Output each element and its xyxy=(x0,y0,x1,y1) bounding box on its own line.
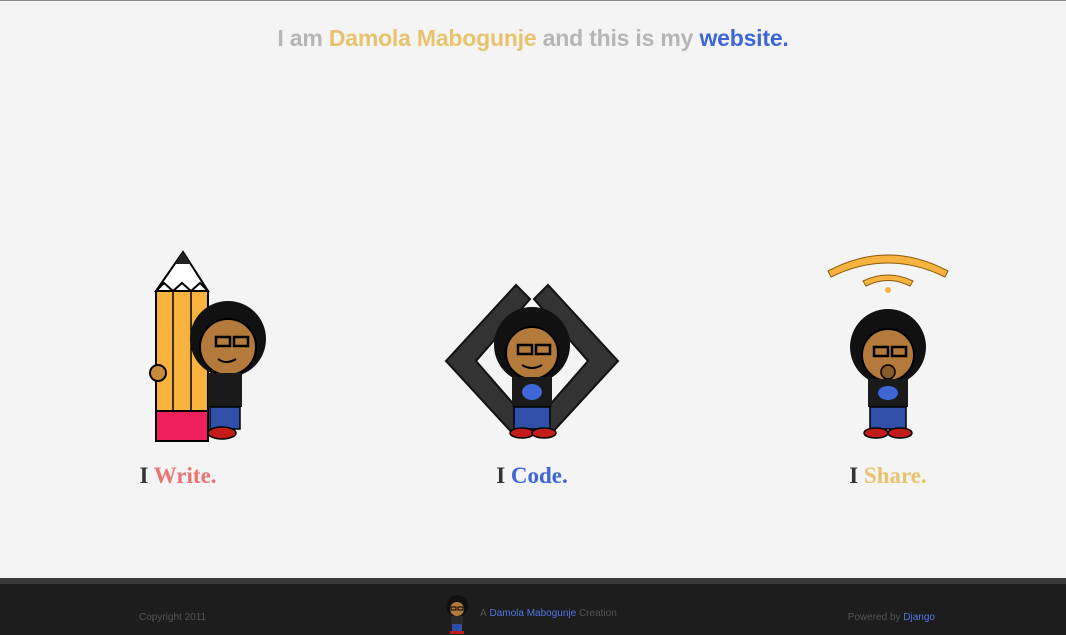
footer: Copyright 2011 A Damola Mabogunje Creati… xyxy=(0,578,1066,635)
feature-share[interactable]: I Share. xyxy=(758,247,1018,488)
django-link[interactable]: Django xyxy=(903,612,935,623)
caption-share-verb: Share. xyxy=(863,463,927,488)
credit-name-link[interactable]: Damola Mabogunje xyxy=(489,594,576,634)
caption-share: I Share. xyxy=(758,463,1018,489)
powered-by: Powered by Django xyxy=(848,612,935,623)
headline-prefix: I am xyxy=(277,25,323,51)
caption-share-i: I xyxy=(849,463,859,488)
headline-middle: and this is my xyxy=(542,25,694,51)
footer-credit: A Damola Mabogunje Creation xyxy=(438,594,617,634)
copyright-text: Copyright 2011 xyxy=(139,612,207,623)
avatar xyxy=(446,595,468,634)
headline-name: Damola Mabogunje xyxy=(328,25,537,51)
credit-prefix: A xyxy=(480,608,487,619)
feature-write[interactable]: I Write. xyxy=(48,247,308,488)
powered-prefix: Powered by xyxy=(847,612,901,623)
credit-suffix: Creation xyxy=(578,608,617,619)
caption-code-verb: Code. xyxy=(510,463,568,488)
website-link[interactable]: website. xyxy=(699,25,788,51)
caption-write-i: I xyxy=(139,463,149,488)
sharer-avatar xyxy=(827,254,949,439)
caption-write: I Write. xyxy=(48,463,308,489)
site-headline: I am Damola Mabogunje and this is my web… xyxy=(0,25,1066,52)
caption-write-verb: Write. xyxy=(153,463,217,488)
writer-avatar xyxy=(149,250,266,442)
caption-code: I Code. xyxy=(402,463,662,489)
coder-avatar xyxy=(444,283,620,439)
caption-code-i: I xyxy=(496,463,506,488)
broadcast-icon xyxy=(827,254,949,293)
feature-code[interactable]: I Code. xyxy=(402,247,662,488)
